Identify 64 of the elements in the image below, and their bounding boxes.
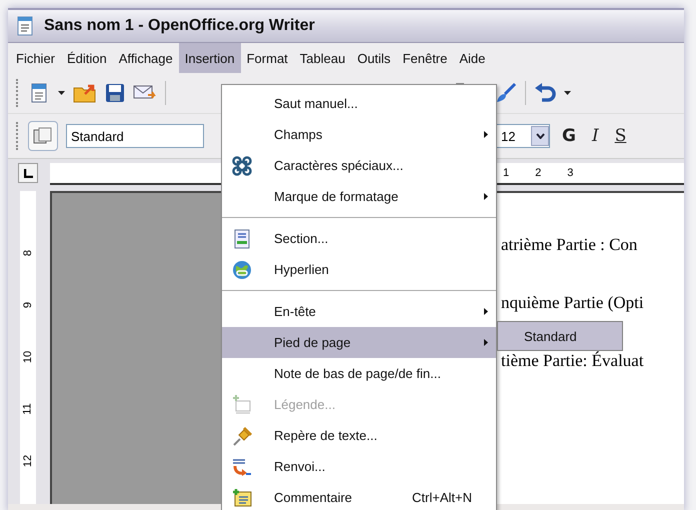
- submenu-arrow-icon: [484, 308, 488, 315]
- chevron-icon: [536, 133, 544, 139]
- styles-icon: [33, 127, 53, 145]
- menu-item[interactable]: Caractères spéciaux...: [222, 150, 496, 181]
- caret-icon[interactable]: [564, 91, 571, 95]
- menu-item[interactable]: En-tête: [222, 296, 496, 327]
- menu-bar-item[interactable]: Tableau: [294, 43, 352, 73]
- submenu-item[interactable]: Standard: [498, 322, 622, 350]
- menu-bar-item[interactable]: Aide: [453, 43, 492, 73]
- menu-bar-item[interactable]: Insertion: [178, 43, 241, 73]
- menu-item[interactable]: Repère de texte...: [222, 420, 496, 451]
- command-key-icon: [232, 156, 252, 176]
- italic-button[interactable]: I: [588, 126, 603, 146]
- menu-item[interactable]: Marque de formatage: [222, 181, 496, 212]
- document-heading: nquième Partie (Opti: [501, 293, 645, 313]
- section-icon: [234, 229, 250, 248]
- menu-item[interactable]: Commentaire Ctrl+Alt+N: [222, 482, 496, 510]
- menu-item[interactable]: Renvoi...: [222, 451, 496, 482]
- globe-icon: [233, 260, 251, 278]
- document-heading: tième Partie: Évaluat: [501, 351, 645, 371]
- folder-icon[interactable]: [73, 82, 97, 104]
- ruler-number: 10: [22, 350, 34, 364]
- styles-button[interactable]: [28, 121, 58, 151]
- document-icon: [16, 16, 34, 36]
- submenu-arrow-icon: [484, 131, 488, 138]
- ruler-number: 9: [22, 302, 34, 308]
- submenu-arrow-icon: [484, 339, 488, 346]
- save-icon[interactable]: [105, 83, 125, 103]
- menu-bar-item[interactable]: Affichage: [112, 43, 179, 73]
- shortcut-label: Ctrl+Alt+N: [412, 490, 472, 505]
- dropdown-button[interactable]: [531, 126, 549, 146]
- menu-item[interactable]: Note de bas de page/de fin...: [222, 358, 496, 389]
- ruler-number: 2: [535, 167, 542, 179]
- tab-stop-icon: [24, 168, 32, 178]
- menu-item[interactable]: Hyperlien: [222, 254, 496, 285]
- font-size-field[interactable]: 12: [496, 124, 550, 148]
- bold-button[interactable]: G: [558, 126, 580, 146]
- tab-stop-button[interactable]: [18, 163, 38, 183]
- menu-bar-item[interactable]: Fenêtre: [396, 43, 454, 73]
- cross-reference-icon: [232, 458, 251, 476]
- menu-bar-item[interactable]: Fichier: [10, 43, 62, 73]
- menu-item[interactable]: Pied de page: [222, 327, 496, 358]
- menu-item[interactable]: Section...: [222, 223, 496, 254]
- ruler-number: 12: [22, 454, 34, 468]
- submenu-arrow-icon: [484, 193, 488, 200]
- menu-bar-item[interactable]: Format: [240, 43, 294, 73]
- menu-item[interactable]: Champs: [222, 119, 496, 150]
- menu-bar-item[interactable]: Outils: [351, 43, 397, 73]
- paragraph-style-field[interactable]: Standard: [66, 124, 204, 148]
- ruler-number: 1: [503, 167, 510, 179]
- caret-icon[interactable]: [58, 91, 65, 95]
- menu-bar-item[interactable]: Édition: [61, 43, 113, 73]
- caption-icon: [232, 394, 250, 413]
- comment-icon: [232, 488, 252, 506]
- ruler-number: 11: [22, 403, 34, 415]
- ruler-number: 8: [22, 250, 34, 256]
- window-title: Sans nom 1 - OpenOffice.org Writer: [44, 17, 315, 35]
- menu-item[interactable]: Saut manuel...: [222, 88, 496, 119]
- document-heading: atrième Partie : Con: [501, 235, 638, 255]
- underline-button[interactable]: S: [610, 126, 630, 146]
- paintbrush-icon[interactable]: [495, 82, 517, 104]
- undo-icon[interactable]: [534, 82, 556, 104]
- ruler-number: 3: [567, 167, 574, 179]
- pushpin-icon: [233, 426, 252, 446]
